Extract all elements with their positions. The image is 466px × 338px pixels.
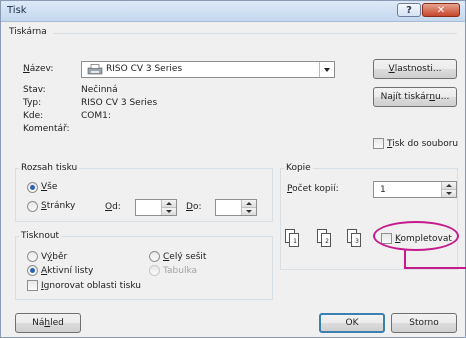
print-to-file-label: Tisk do souboru: [387, 139, 459, 149]
callout-line: [404, 249, 466, 269]
range-pages-radio[interactable]: [27, 201, 38, 212]
range-all-radio[interactable]: [27, 182, 38, 193]
range-to-stepper[interactable]: [215, 199, 257, 216]
type-value: RISO CV 3 Series: [81, 98, 158, 108]
ok-button[interactable]: OK: [319, 313, 385, 333]
copies-header: Kopie: [284, 163, 313, 173]
range-pages-label: Stránky: [41, 201, 76, 211]
print-active-sheets-radio[interactable]: [27, 265, 38, 276]
close-button[interactable]: ✕: [422, 3, 460, 17]
printer-section-divider: [53, 33, 457, 34]
collate-page-stack-1-icon: 1: [285, 229, 305, 255]
copies-count-stepper[interactable]: 1: [373, 181, 457, 198]
find-printer-button[interactable]: Najít tiskár n u...: [373, 87, 457, 107]
callout-circle: [373, 221, 459, 251]
collate-page-stack-2-icon: 2: [317, 229, 337, 255]
printer-icon: [87, 64, 103, 75]
status-value: Nečinná: [81, 85, 118, 95]
copies-count-value: 1: [380, 185, 386, 195]
print-entire-workbook-radio[interactable]: [149, 251, 160, 262]
print-table-radio[interactable]: [149, 265, 160, 276]
title-bar: Tisk ? ✕: [1, 1, 465, 22]
status-label: Stav:: [23, 85, 46, 95]
type-label: Typ:: [23, 98, 42, 108]
range-all-label: Vše: [41, 182, 58, 192]
print-range-header: Rozsah tisku: [19, 163, 80, 173]
ignore-print-areas-label: Ignorovat oblasti tisku: [41, 281, 141, 291]
cancel-button[interactable]: Storno: [391, 313, 457, 333]
preview-button[interactable]: Ná h led: [15, 313, 81, 333]
printer-select[interactable]: RISO CV 3 Series: [81, 61, 335, 78]
ignore-print-areas-checkbox[interactable]: [27, 280, 38, 291]
print-entire-workbook-label: Celý sešit: [163, 252, 207, 262]
print-to-file-checkbox[interactable]: [373, 138, 384, 149]
printer-name-label: Název:: [23, 64, 54, 74]
print-active-sheets-label: Aktivní listy: [41, 266, 94, 276]
range-from-stepper[interactable]: [135, 199, 177, 216]
dropdown-arrow-icon[interactable]: [319, 62, 334, 77]
window-title: Tisk: [7, 5, 27, 16]
where-value: COM1:: [81, 111, 111, 121]
collate-page-stack-3-icon: 3: [347, 229, 367, 255]
printer-section-header: Tiskárna: [9, 27, 47, 37]
print-selection-label: Výběr: [41, 252, 68, 262]
printer-select-value: RISO CV 3 Series: [106, 64, 183, 74]
print-what-header: Tisknout: [19, 231, 62, 241]
print-dialog: Tisk ? ✕ Tiskárna Název: RISO CV 3 Serie…: [0, 0, 466, 338]
print-table-label: Tabulka: [163, 266, 198, 276]
copies-count-label: Počet kopií:: [287, 184, 339, 194]
where-label: Kde:: [23, 111, 44, 121]
print-selection-radio[interactable]: [27, 251, 38, 262]
comment-label: Komentář:: [23, 124, 70, 134]
range-to-label: Do:: [186, 202, 202, 212]
help-button[interactable]: ?: [397, 3, 421, 17]
range-from-label: Od:: [105, 202, 121, 212]
properties-button[interactable]: Vlastnosti...: [373, 59, 457, 79]
